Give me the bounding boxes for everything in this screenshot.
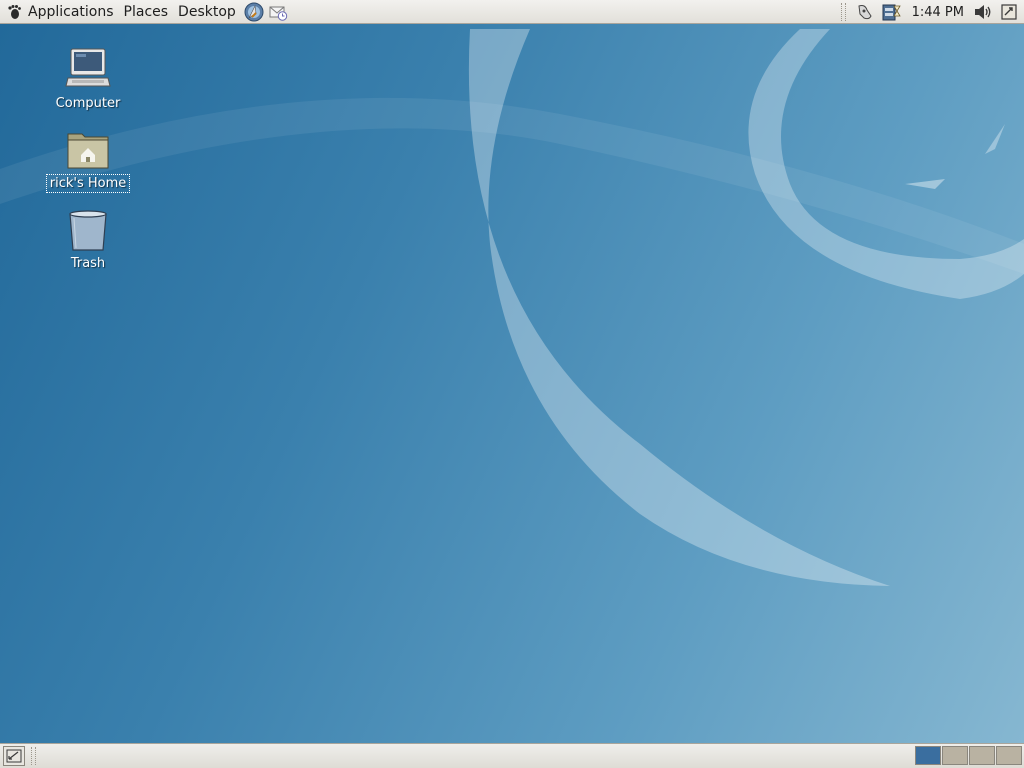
workspace-2[interactable] [942,746,968,765]
menu-places[interactable]: Places [119,1,174,23]
trash-icon [64,206,112,254]
workspace-4[interactable] [996,746,1022,765]
web-browser-icon[interactable] [243,1,265,23]
screen: Applications Places Desktop 1:44 PM Comp… [0,0,1024,768]
desktop-icon-home[interactable]: rick's Home [43,126,133,193]
volume-icon[interactable] [972,1,994,23]
computer-icon [64,46,112,94]
desktop-icon-computer[interactable]: Computer [43,46,133,112]
desktop-background[interactable]: Computer rick's Home Trash [0,24,1024,743]
workspace-1[interactable] [915,746,941,765]
notification-area: 1:44 PM [840,0,1024,24]
desktop-icon-label: rick's Home [45,174,131,193]
workspace-3[interactable] [969,746,995,765]
workspace-switcher [914,746,1022,765]
bottom-panel [0,743,1024,768]
panel-handle[interactable] [31,747,36,765]
clock[interactable]: 1:44 PM [906,5,972,20]
debian-swirl-wallpaper [0,29,1024,586]
desktop-icon-trash[interactable]: Trash [43,206,133,272]
shutdown-icon[interactable] [998,1,1020,23]
menu-applications[interactable]: Applications [23,1,119,23]
show-desktop-icon[interactable] [3,746,25,766]
gnome-foot-icon[interactable] [5,3,23,21]
home-folder-icon [64,126,112,174]
desktop-icon-label: Computer [55,96,121,111]
panel-handle[interactable] [840,3,846,21]
network-monitor-icon[interactable] [854,1,876,23]
top-panel: Applications Places Desktop 1:44 PM [0,0,1024,24]
menu-desktop[interactable]: Desktop [173,1,241,23]
update-notifier-icon[interactable] [880,1,902,23]
email-client-icon[interactable] [267,1,289,23]
desktop-icon-label: Trash [70,256,106,271]
